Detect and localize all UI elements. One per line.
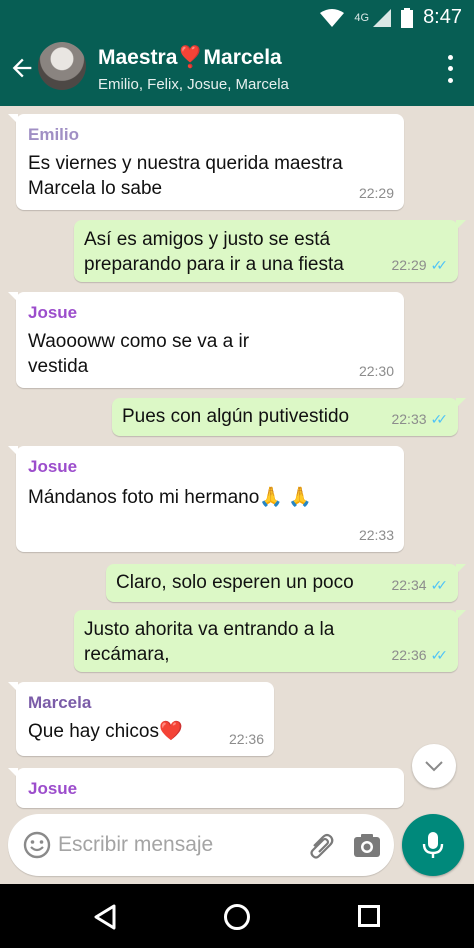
message-meta: 22:34 ✓✓: [391, 573, 448, 598]
wifi-icon: [320, 8, 345, 27]
message-text: Así es amigos y justo se está preparando…: [84, 229, 344, 275]
message-time: 22:34: [391, 577, 427, 593]
message-list[interactable]: Emilio Es viernes y nuestra querida maes…: [0, 106, 474, 884]
message-incoming[interactable]: Josue: [8, 768, 404, 808]
system-nav-bar: [0, 884, 474, 948]
message-sender: Josue: [28, 303, 78, 322]
chevron-down-icon: [425, 761, 443, 772]
message-outgoing[interactable]: Pues con algún putivestido 22:33 ✓✓: [112, 398, 466, 436]
status-icons: 4G 8:47: [320, 6, 462, 29]
message-text: Justo ahorita va entrando a la recámara,: [84, 619, 335, 665]
message-outgoing[interactable]: Claro, solo esperen un poco 22:34 ✓✓: [106, 564, 466, 602]
message-incoming[interactable]: Emilio Es viernes y nuestra querida maes…: [8, 114, 404, 210]
message-incoming[interactable]: Marcela Que hay chicos❤️ 22:36: [8, 682, 274, 756]
network-type: 4G: [354, 11, 370, 24]
read-receipt-icon: ✓✓: [430, 647, 449, 663]
scroll-to-bottom-button[interactable]: [412, 744, 456, 788]
emoji-icon[interactable]: [22, 830, 52, 860]
message-time: 22:36: [391, 647, 427, 663]
voice-record-button[interactable]: [402, 814, 464, 876]
read-receipt-icon: ✓✓: [430, 257, 449, 273]
message-input[interactable]: [58, 828, 298, 862]
message-incoming[interactable]: Josue Waoooww como se va a ir vestida 22…: [8, 292, 404, 388]
message-time: 22:29: [391, 257, 427, 273]
back-arrow-icon[interactable]: [8, 54, 36, 82]
more-vert-icon[interactable]: [438, 52, 462, 86]
chat-title[interactable]: Maestra❣️Marcela: [98, 46, 282, 70]
message-field[interactable]: [8, 814, 394, 876]
message-meta: 22:36 ✓✓: [391, 643, 448, 668]
message-outgoing[interactable]: Así es amigos y justo se está preparando…: [74, 220, 466, 282]
message-sender: Marcela: [28, 693, 92, 712]
message-text: Que hay chicos❤️: [28, 721, 183, 742]
message-outgoing[interactable]: Justo ahorita va entrando a la recámara,…: [74, 610, 466, 672]
battery-icon: [401, 7, 414, 28]
message-sender: Josue: [28, 457, 78, 476]
message-incoming[interactable]: Josue Mándanos foto mi hermano🙏 🙏 22:33: [8, 446, 404, 552]
group-members[interactable]: Emilio, Felix, Josue, Marcela: [98, 76, 289, 93]
signal-icon: [373, 8, 392, 27]
nav-home-icon[interactable]: [224, 904, 250, 930]
attach-icon[interactable]: [306, 830, 336, 860]
status-bar: 4G 8:47: [0, 0, 474, 32]
nav-recents-icon[interactable]: [358, 905, 380, 927]
mic-icon: [422, 832, 444, 858]
message-time: 22:30: [358, 363, 394, 379]
camera-icon[interactable]: [352, 830, 382, 860]
message-meta: 22:29: [359, 181, 394, 206]
group-avatar[interactable]: [38, 42, 86, 90]
message-text: Es viernes y nuestra querida maestra Mar…: [28, 153, 343, 199]
message-text: Waoooww como se va a ir vestida: [28, 331, 250, 377]
message-meta: 22:33: [359, 523, 394, 548]
nav-back-icon[interactable]: [92, 904, 118, 930]
clock: 8:47: [423, 6, 462, 28]
message-time: 22:33: [391, 411, 427, 427]
message-sender: Josue: [28, 779, 78, 798]
message-sender: Emilio: [28, 125, 80, 144]
read-receipt-icon: ✓✓: [430, 411, 449, 427]
message-time: 22:33: [358, 527, 394, 543]
message-time: 22:36: [228, 731, 264, 747]
message-meta: 22:33 ✓✓: [391, 407, 448, 432]
chat-header: Maestra❣️Marcela Emilio, Felix, Josue, M…: [0, 32, 474, 106]
message-meta: 22:30: [359, 359, 394, 384]
read-receipt-icon: ✓✓: [430, 577, 449, 593]
message-meta: 22:36: [229, 727, 264, 752]
message-meta: 22:29 ✓✓: [391, 253, 448, 278]
message-text: Mándanos foto mi hermano🙏 🙏: [28, 487, 312, 508]
message-time: 22:29: [358, 185, 394, 201]
composer-bar: [0, 806, 474, 884]
